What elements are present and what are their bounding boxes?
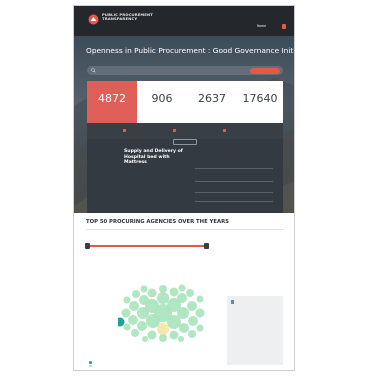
agency-bubble[interactable] (131, 329, 139, 337)
field-divider (195, 192, 273, 193)
field-divider (195, 201, 273, 202)
legend-item (89, 364, 93, 368)
site-logo-text[interactable]: PUBLIC PROCUREMENT TRANSPARENCY (102, 12, 153, 22)
stat-card-2[interactable]: 906 (137, 81, 187, 123)
agency-bubble[interactable] (159, 334, 167, 342)
stat-card-1[interactable]: 4872 (87, 81, 137, 123)
page-subtitle (86, 57, 276, 59)
agency-bubble[interactable] (195, 308, 205, 318)
tab-marker-icon (123, 128, 126, 132)
year-ticks (87, 249, 209, 253)
agency-bubble[interactable] (147, 330, 157, 340)
agency-bubble[interactable] (129, 301, 139, 311)
year-range-slider[interactable] (85, 243, 209, 249)
field-divider (195, 181, 273, 182)
agency-bubble[interactable] (187, 301, 197, 311)
agency-bubble[interactable] (147, 288, 157, 298)
agency-type-filter (227, 296, 283, 365)
agency-bubble[interactable] (177, 307, 189, 319)
agency-bubble-highlighted[interactable] (118, 317, 125, 327)
agency-bubble[interactable] (188, 330, 196, 338)
section-title: TOP 50 PROCURING AGENCIES OVER THE YEARS (86, 219, 229, 225)
legend-swatch (89, 361, 92, 364)
stat-value: 17640 (242, 92, 278, 105)
stats-panel: 4872 906 2637 17640 (87, 81, 283, 123)
agency-bubble[interactable] (123, 296, 131, 304)
agency-bubble[interactable] (123, 323, 131, 331)
status-tabs (87, 123, 283, 139)
stat-card-4[interactable]: 17640 (237, 81, 283, 123)
divider (86, 229, 284, 230)
language-button[interactable] (282, 23, 286, 29)
tab-2[interactable] (173, 128, 181, 132)
agency-bubble-cluster[interactable] (118, 284, 208, 342)
tender-title[interactable]: Supply and Delivery of Hospital bed with… (124, 149, 190, 166)
agency-bubble[interactable] (179, 323, 189, 333)
top-navigation-bar: PUBLIC PROCUREMENT TRANSPARENCY Home (74, 6, 294, 36)
tab-marker-icon (223, 128, 226, 132)
agency-bubble[interactable] (157, 323, 169, 335)
nav-item-home[interactable]: Home (257, 24, 266, 28)
agency-bubble[interactable] (177, 293, 187, 303)
field-divider (195, 168, 273, 169)
agency-bubble[interactable] (157, 292, 169, 304)
agency-bubble[interactable] (159, 285, 167, 293)
sort-button[interactable] (173, 139, 197, 145)
top-agencies-section: TOP 50 PROCURING AGENCIES OVER THE YEARS (74, 213, 294, 370)
advanced-search-button[interactable] (250, 67, 280, 74)
agency-bubble[interactable] (137, 307, 149, 319)
bubble-legend (89, 361, 93, 368)
legend-swatch (89, 364, 92, 368)
agency-bubble[interactable] (132, 290, 140, 298)
agency-bubble[interactable] (169, 330, 179, 340)
search-bar (87, 66, 283, 75)
stat-value: 2637 (198, 92, 226, 105)
main-nav: Home (253, 23, 286, 29)
agency-bubble[interactable] (186, 289, 194, 297)
logo-line-2: TRANSPARENCY (102, 16, 138, 22)
agency-bubble[interactable] (128, 315, 138, 325)
agency-bubble[interactable] (196, 295, 204, 303)
stat-value: 4872 (98, 92, 126, 105)
agency-bubble[interactable] (196, 324, 204, 332)
search-input[interactable] (99, 67, 239, 74)
tab-1[interactable] (123, 128, 131, 132)
stat-card-3[interactable]: 2637 (187, 81, 237, 123)
search-icon[interactable] (91, 68, 96, 73)
agency-bubble[interactable] (142, 336, 148, 342)
tab-marker-icon (173, 128, 176, 132)
agency-bubble[interactable] (140, 285, 148, 293)
page-title: Openness in Public Procurement : Good Go… (86, 46, 295, 55)
agency-bubble[interactable] (169, 287, 179, 297)
tender-results-panel: Supply and Delivery of Hospital bed with… (87, 139, 283, 214)
agency-bubble[interactable] (121, 308, 131, 318)
tab-3[interactable] (223, 128, 231, 132)
stat-value: 906 (151, 92, 173, 105)
account-links (276, 13, 284, 17)
logo-icon[interactable] (88, 14, 99, 25)
agency-bubble[interactable] (137, 321, 147, 331)
agency-bubble[interactable] (178, 336, 184, 342)
agency-bubble[interactable] (178, 284, 186, 292)
checkbox[interactable] (231, 301, 234, 305)
agency-bubble[interactable] (139, 295, 149, 305)
browser-page: PUBLIC PROCUREMENT TRANSPARENCY Home Ope… (73, 5, 295, 371)
agency-bubble[interactable] (188, 316, 198, 326)
